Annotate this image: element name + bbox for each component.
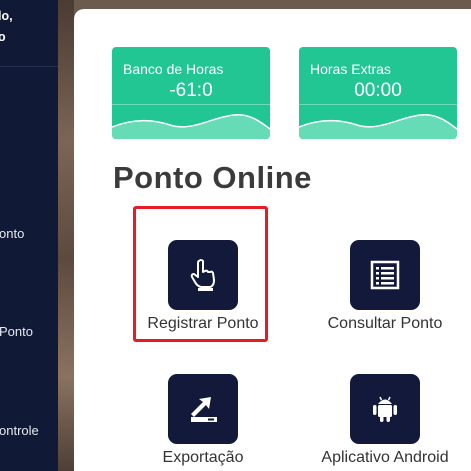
sidebar: lo, o onto Ponto ontrole [0,0,58,471]
tile-exportacao[interactable]: Exportação [123,374,283,467]
wave-decoration-icon [112,114,270,139]
sidebar-item-consultar-ponto[interactable]: Ponto [0,324,33,339]
android-icon [373,396,397,422]
tile-icon-box [350,240,420,310]
sidebar-divider [0,66,58,67]
horas-extras-card[interactable]: Horas Extras 00:00 [299,47,457,139]
page-title: Ponto Online [113,160,312,195]
tile-icon-box [350,374,420,444]
wave-decoration-icon [299,114,457,139]
card-title: Horas Extras [310,61,391,77]
tile-aplicativo-android[interactable]: Aplicativo Android [305,374,465,467]
greeting-line-2: o [0,30,6,44]
sidebar-item-controle[interactable]: ontrole [0,423,39,438]
selection-highlight [133,206,268,342]
export-arrow-icon [191,397,217,422]
tile-label: Exportação [162,449,244,466]
greeting-line-1: lo, [0,9,13,23]
banco-de-horas-card[interactable]: Banco de Horas -61:0 [112,47,270,139]
tile-label: Aplicativo Android [321,449,449,466]
card-title: Banco de Horas [123,61,224,77]
background-photo [58,0,74,471]
user-greeting: lo, o [0,6,13,48]
list-document-icon [370,260,400,290]
tile-icon-box [168,374,238,444]
tile-consultar-ponto[interactable]: Consultar Ponto [305,240,465,333]
sidebar-item-registrar-ponto[interactable]: onto [0,226,24,241]
tile-label: Consultar Ponto [327,315,443,332]
